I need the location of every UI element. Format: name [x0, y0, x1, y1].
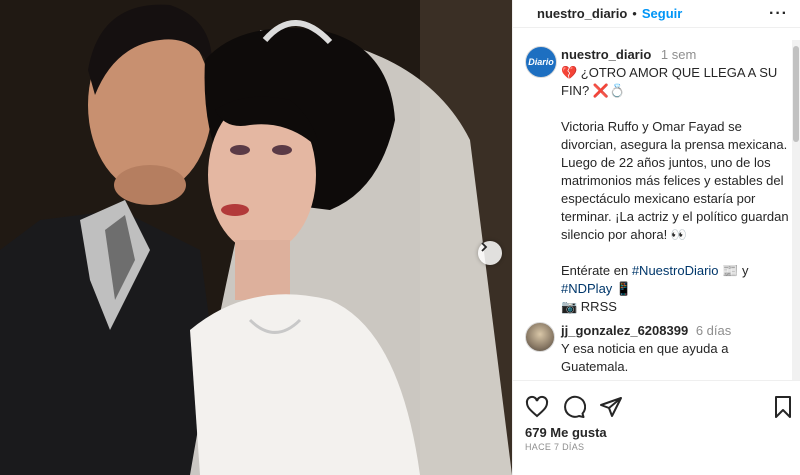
post-photo[interactable]	[0, 0, 512, 475]
avatar[interactable]: Diario	[525, 46, 557, 78]
heart-icon	[525, 395, 549, 418]
post-panel: nuestro_diario • Seguir ··· Diario nuest…	[512, 0, 800, 475]
scrollbar-thumb[interactable]	[793, 46, 799, 142]
post-timestamp: HACE 7 DÍAS	[525, 442, 585, 452]
scrollbar[interactable]	[792, 40, 800, 380]
comment-username[interactable]: jj_gonzalez_6208399	[561, 323, 688, 338]
caption-enterate-suffix: 📱	[612, 281, 633, 296]
caption-time: 1 sem	[660, 47, 697, 62]
share-button[interactable]	[599, 395, 623, 419]
avatar[interactable]	[525, 322, 555, 352]
comment-time: 6 días	[695, 323, 732, 338]
save-button[interactable]	[771, 395, 795, 419]
follow-button[interactable]: Seguir	[642, 6, 682, 21]
caption-source: 📷 RRSS	[561, 299, 617, 314]
like-button[interactable]	[525, 395, 549, 419]
comment-icon	[564, 395, 586, 418]
caption-username[interactable]: nuestro_diario	[561, 47, 651, 62]
chevron-right-icon	[481, 242, 488, 252]
likes-count[interactable]: 679 Me gusta	[525, 425, 607, 440]
hashtag-link[interactable]: #NDPlay	[561, 281, 612, 296]
caption-headline: 💔 ¿OTRO AMOR QUE LLEGA A SU FIN? ❌💍	[561, 65, 778, 98]
caption-paragraph: Victoria Ruffo y Omar Fayad se divorcian…	[561, 119, 789, 242]
header-separator: •	[632, 6, 637, 21]
comments-section[interactable]: Diario nuestro_diario 1 sem 💔 ¿OTRO AMOR…	[513, 40, 793, 380]
header-username[interactable]: nuestro_diario	[537, 6, 627, 21]
post-actions: 679 Me gusta HACE 7 DÍAS	[513, 380, 800, 475]
share-icon	[600, 397, 622, 417]
hashtag-link[interactable]: #NuestroDiario	[632, 263, 719, 278]
wedding-photo-illustration	[0, 0, 512, 475]
avatar-logo-text: Diario	[528, 57, 554, 67]
comment-text: Y esa noticia en que ayuda a Guatemala.	[561, 341, 729, 374]
more-icon[interactable]: ···	[769, 5, 788, 23]
comment-button[interactable]	[562, 395, 586, 419]
bookmark-icon	[775, 396, 791, 418]
post-caption: nuestro_diario 1 sem 💔 ¿OTRO AMOR QUE LL…	[561, 46, 789, 316]
post-header: nuestro_diario • Seguir ···	[513, 0, 800, 28]
caption-enterate-mid: 📰 y	[718, 263, 749, 278]
comment-body: jj_gonzalez_6208399 6 días Y esa noticia…	[561, 322, 771, 376]
action-icons	[525, 395, 623, 419]
next-image-button[interactable]	[478, 241, 502, 265]
caption-enterate-prefix: Entérate en	[561, 263, 632, 278]
